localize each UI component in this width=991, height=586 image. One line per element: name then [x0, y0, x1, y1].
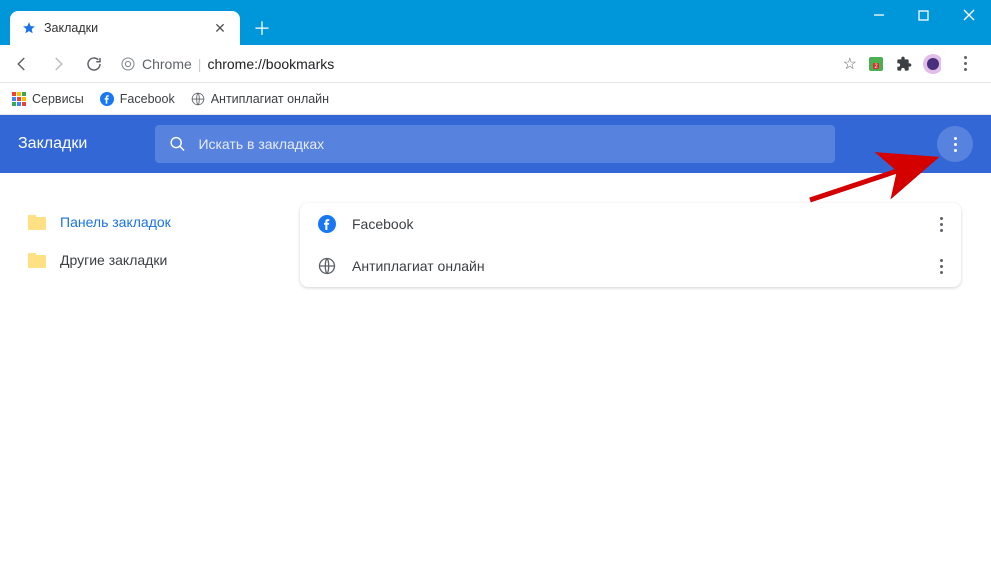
row-menu-button[interactable] [940, 217, 943, 232]
organize-menu-button[interactable] [937, 126, 973, 162]
page-title: Закладки [18, 135, 87, 153]
window-controls [856, 0, 991, 30]
bookmark-item-label: Антиплагиат онлайн [211, 92, 329, 106]
apps-label: Сервисы [32, 92, 84, 106]
search-input[interactable] [198, 136, 821, 152]
bookmarks-bar: Сервисы Facebook Антиплагиат онлайн [0, 83, 991, 115]
facebook-icon [318, 215, 336, 233]
close-window-button[interactable] [946, 0, 991, 30]
bookmark-row-antiplagiat[interactable]: Антиплагиат онлайн [300, 245, 961, 287]
globe-icon [318, 257, 336, 275]
search-input-wrapper[interactable] [155, 125, 835, 163]
row-menu-button[interactable] [940, 259, 943, 274]
bookmark-row-label: Антиплагиат онлайн [352, 258, 924, 274]
bookmark-star-icon[interactable]: ☆ [843, 54, 857, 74]
back-button[interactable] [8, 50, 36, 78]
browser-toolbar: Chrome | chrome://bookmarks ☆ 2 [0, 45, 991, 83]
bookmark-row-facebook[interactable]: Facebook [300, 203, 961, 245]
maximize-button[interactable] [901, 0, 946, 30]
folder-icon [28, 215, 46, 230]
address-bar[interactable]: Chrome | chrome://bookmarks [116, 50, 835, 78]
chrome-menu-icon[interactable] [951, 50, 979, 78]
extensions-menu-icon[interactable] [895, 55, 913, 73]
new-tab-button[interactable]: ＋ [248, 14, 276, 42]
minimize-button[interactable] [856, 0, 901, 30]
url-scheme: Chrome [142, 56, 192, 72]
sidebar-item-label: Панель закладок [60, 214, 171, 230]
reload-button[interactable] [80, 50, 108, 78]
toolbar-actions: ☆ 2 [843, 50, 983, 78]
url-separator: | [198, 56, 202, 72]
star-icon [22, 21, 36, 35]
forward-button[interactable] [44, 50, 72, 78]
apps-grid-icon [12, 92, 26, 106]
tab-title: Закладки [44, 21, 204, 35]
folder-sidebar: Панель закладок Другие закладки [0, 173, 280, 586]
globe-icon [191, 92, 205, 106]
bookmark-row-label: Facebook [352, 216, 924, 232]
profile-avatar-icon[interactable] [923, 55, 941, 73]
folder-icon [28, 253, 46, 268]
chrome-page-icon [120, 56, 136, 72]
facebook-icon [100, 92, 114, 106]
url-path: chrome://bookmarks [207, 56, 334, 72]
window-titlebar: Закладки ✕ ＋ [0, 0, 991, 45]
bookmark-list-card: Facebook Антиплагиат онлайн [300, 203, 961, 287]
sidebar-item-bookmarks-bar[interactable]: Панель закладок [20, 203, 260, 241]
bookmark-item-facebook[interactable]: Facebook [100, 92, 175, 106]
bookmark-item-antiplagiat[interactable]: Антиплагиат онлайн [191, 92, 329, 106]
bookmark-item-label: Facebook [120, 92, 175, 106]
extension-icon-1[interactable]: 2 [867, 55, 885, 73]
search-icon [169, 135, 186, 153]
bookmark-manager-body: Панель закладок Другие закладки Facebook… [0, 173, 991, 586]
apps-shortcut[interactable]: Сервисы [12, 92, 84, 106]
sidebar-item-other-bookmarks[interactable]: Другие закладки [20, 241, 260, 279]
bookmark-list-area: Facebook Антиплагиат онлайн [280, 173, 991, 586]
sidebar-item-label: Другие закладки [60, 252, 167, 268]
browser-tab[interactable]: Закладки ✕ [10, 11, 240, 45]
bookmark-manager-header: Закладки [0, 115, 991, 173]
vertical-dots-icon [954, 137, 957, 152]
close-tab-icon[interactable]: ✕ [212, 20, 228, 36]
